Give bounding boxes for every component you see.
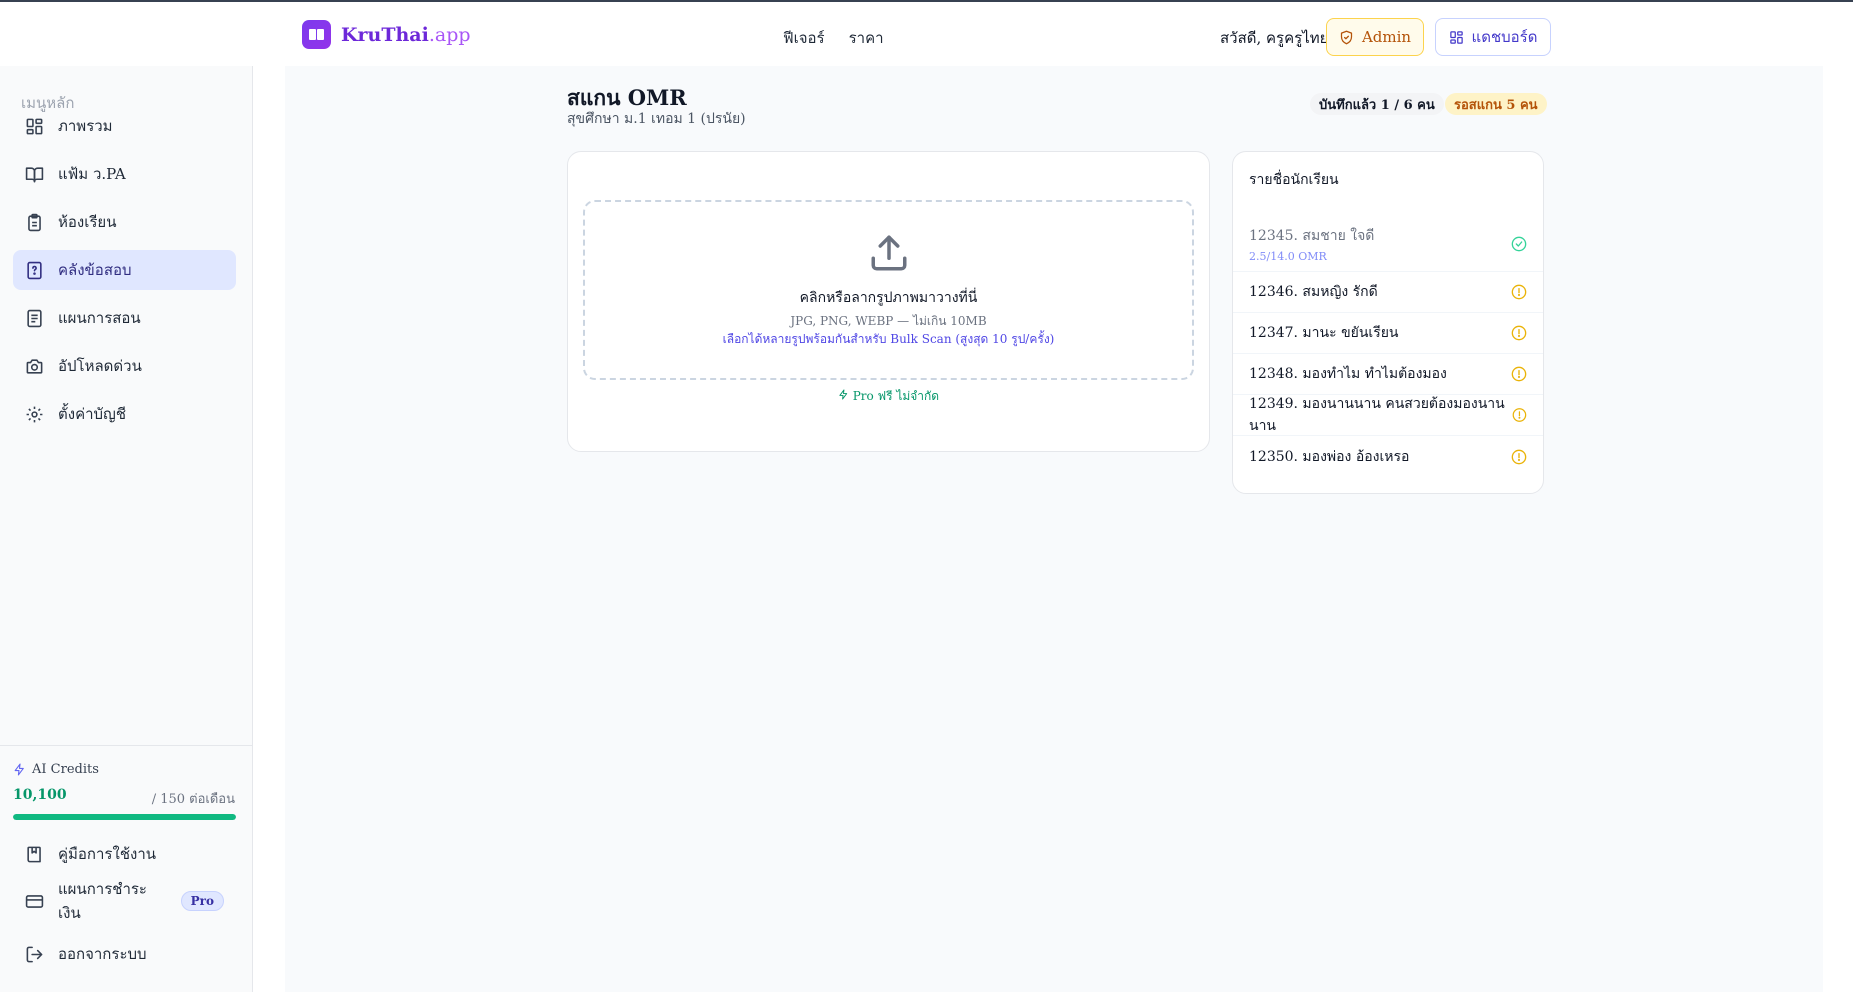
pro-unlimited-label: Pro ฟรี ไม่จำกัด: [852, 389, 940, 403]
student-list-card: รายชื่อนักเรียน 12345. สมชาย ใจดี 2.5/14…: [1232, 151, 1544, 494]
ai-credits-title: AI Credits: [32, 762, 99, 777]
student-name: 12348. มองทำไม ทำไมต้องมอง: [1249, 366, 1447, 382]
pro-badge: Pro: [180, 891, 224, 911]
user-greeting: สวัสดี, ครูครูไทย: [1220, 29, 1329, 47]
waiting-count-badge: รอสแกน 5 คน: [1445, 93, 1547, 115]
dropzone-bulk-hint: เลือกได้หลายรูปพร้อมกันสำหรับ Bulk Scan …: [722, 332, 1055, 346]
image-dropzone[interactable]: คลิกหรือลากรูปภาพมาวางที่นี่ JPG, PNG, W…: [583, 200, 1194, 380]
student-name: 12345. สมชาย ใจดี: [1249, 227, 1375, 244]
nav-pricing-link[interactable]: ราคา: [849, 26, 884, 50]
sidebar-item-logout[interactable]: ออกจากระบบ: [13, 934, 236, 974]
admin-label: Admin: [1361, 28, 1412, 46]
gear-icon: [26, 406, 43, 422]
ai-credits-progress-fill: [13, 814, 236, 820]
sidebar: เมนูหลัก ภาพรวม แฟ้ม ว.PA ห้องเรียน คลัง…: [0, 66, 253, 992]
upload-card: คลิกหรือลากรูปภาพมาวางที่นี่ JPG, PNG, W…: [567, 151, 1210, 452]
alert-circle-icon: [1512, 408, 1527, 422]
ai-credits-progress: [13, 814, 236, 820]
sidebar-item-classroom[interactable]: ห้องเรียน: [13, 202, 236, 242]
student-row[interactable]: 12346. สมหญิง รักดี: [1233, 272, 1543, 313]
dashboard-label: แดชบอร์ด: [1471, 28, 1538, 46]
sidebar-item-exam-bank[interactable]: คลังข้อสอบ: [13, 250, 236, 290]
dropzone-title: คลิกหรือลากรูปภาพมาวางที่นี่: [799, 290, 978, 306]
question-file-icon: [27, 261, 42, 279]
student-name: 12350. มองพ่อง อ้องเหรอ: [1249, 448, 1410, 465]
lightning-icon: [14, 763, 24, 776]
brand-logo[interactable]: KruThai.app: [302, 20, 471, 49]
clipboard-icon: [28, 213, 41, 231]
brand-name: KruThai.app: [341, 24, 471, 46]
upload-icon: [871, 235, 907, 271]
sidebar-item-billing[interactable]: แผนการชำระเงิน Pro: [13, 880, 236, 922]
sidebar-item-label: แฟ้ม ว.PA: [58, 165, 126, 183]
sidebar-item-label: อัปโหลดด่วน: [58, 357, 142, 375]
book-open-icon: [25, 166, 44, 182]
top-header: KruThai.app ฟีเจอร์ ราคา สวัสดี, ครูครูไ…: [0, 2, 1853, 66]
sidebar-item-label: ตั้งค่าบัญชี: [58, 405, 127, 423]
student-name: 12347. มานะ ขยันเรียน: [1249, 325, 1399, 341]
dashboard-button[interactable]: แดชบอร์ด: [1435, 18, 1551, 56]
lightning-icon: [839, 389, 848, 400]
sidebar-item-label: ภาพรวม: [58, 117, 113, 135]
dropzone-formats: JPG, PNG, WEBP — ไม่เกิน 10MB: [790, 314, 987, 328]
alert-circle-icon: [1511, 284, 1527, 300]
book-logo-icon: [302, 20, 331, 49]
grid-icon: [1449, 30, 1463, 44]
student-list-heading: รายชื่อนักเรียน: [1249, 172, 1339, 188]
page-subtitle: สุขศึกษา ม.1 เทอม 1 (ปรนัย): [567, 111, 746, 127]
sidebar-item-quick-upload[interactable]: อัปโหลดด่วน: [13, 346, 236, 386]
logout-icon: [26, 946, 43, 962]
student-info: 12345. สมชาย ใจดี 2.5/14.0 OMR: [1249, 225, 1374, 263]
alert-circle-icon: [1511, 449, 1527, 464]
brand-main: KruThai: [341, 23, 429, 46]
sidebar-item-label: แผนการสอน: [58, 309, 141, 327]
sidebar-item-lesson-plan[interactable]: แผนการสอน: [13, 298, 236, 338]
ai-credits-value: 10,100: [13, 787, 67, 803]
grid-icon: [26, 118, 43, 134]
student-score: 2.5/14.0 OMR: [1249, 249, 1327, 263]
nav-features-link[interactable]: ฟีเจอร์: [783, 26, 825, 50]
sidebar-item-label: แผนการชำระเงิน: [58, 880, 147, 922]
camera-icon: [26, 358, 43, 374]
admin-button[interactable]: Admin: [1326, 18, 1424, 56]
ai-credits-max: / 150 ต่อเดือน: [151, 792, 235, 807]
student-row[interactable]: 12347. มานะ ขยันเรียน: [1233, 313, 1543, 354]
brand-suffix: .app: [428, 23, 471, 46]
credit-card-icon: [25, 894, 44, 908]
check-circle-icon: [1511, 236, 1527, 251]
student-name: 12349. มองนานนาน คนสวยต้องมองนานนาน: [1249, 396, 1505, 434]
student-row[interactable]: 12348. มองทำไม ทำไมต้องมอง: [1233, 354, 1543, 395]
bookmark-book-icon: [27, 846, 41, 862]
student-name: 12346. สมหญิง รักดี: [1249, 284, 1378, 300]
student-row[interactable]: 12349. มองนานนาน คนสวยต้องมองนานนาน: [1233, 395, 1543, 436]
shield-check-icon: [1340, 30, 1353, 44]
top-nav: ฟีเจอร์ ราคา: [783, 26, 884, 50]
sidebar-item-label: ห้องเรียน: [58, 213, 117, 231]
sidebar-item-label: ออกจากระบบ: [58, 945, 147, 963]
sidebar-item-pa-folder[interactable]: แฟ้ม ว.PA: [13, 154, 236, 194]
alert-circle-icon: [1511, 325, 1527, 341]
student-row[interactable]: 12345. สมชาย ใจดี 2.5/14.0 OMR: [1233, 216, 1543, 272]
sidebar-item-label: คลังข้อสอบ: [58, 261, 132, 279]
student-row[interactable]: 12350. มองพ่อง อ้องเหรอ: [1233, 436, 1543, 477]
document-icon: [27, 309, 42, 327]
pro-unlimited-note: Pro ฟรี ไม่จำกัด: [568, 387, 1209, 406]
saved-count-badge: บันทึกแล้ว 1 / 6 คน: [1310, 93, 1444, 115]
sidebar-item-overview[interactable]: ภาพรวม: [13, 106, 236, 146]
sidebar-divider: [0, 745, 252, 746]
sidebar-item-user-guide[interactable]: คู่มือการใช้งาน: [13, 834, 236, 874]
alert-circle-icon: [1511, 366, 1527, 382]
ai-credits-label: AI Credits: [13, 762, 99, 777]
sidebar-item-label: คู่มือการใช้งาน: [58, 845, 156, 863]
sidebar-item-account-settings[interactable]: ตั้งค่าบัญชี: [13, 394, 236, 434]
